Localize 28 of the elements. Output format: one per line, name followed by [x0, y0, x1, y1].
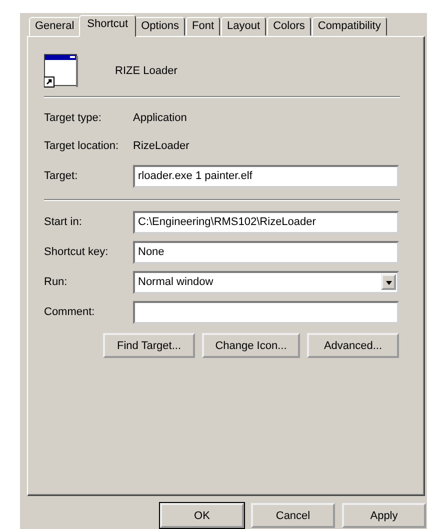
dialog-button[interactable]: Apply: [342, 503, 426, 528]
field-value: RizeLoader: [133, 140, 190, 152]
field-label: Start in:: [44, 216, 83, 228]
tab[interactable]: Font: [186, 17, 220, 36]
tab[interactable]: Colors: [267, 17, 311, 36]
action-button[interactable]: Advanced...: [307, 333, 399, 358]
field-label: Run:: [44, 276, 68, 288]
input-field[interactable]: None: [133, 240, 399, 264]
shortcut-window-icon: [44, 54, 78, 88]
tab[interactable]: Layout: [221, 17, 266, 36]
field-label: Shortcut key:: [44, 246, 110, 258]
field-label: Target:: [44, 170, 79, 182]
action-button[interactable]: Change Icon...: [202, 333, 300, 358]
run-dropdown[interactable]: Normal window: [133, 270, 399, 294]
action-button[interactable]: Find Target...: [103, 333, 195, 358]
input-field[interactable]: rloader.exe 1 painter.elf: [133, 164, 399, 188]
field-label: Target type:: [44, 112, 102, 124]
tab[interactable]: Shortcut: [79, 15, 136, 37]
field-label: Target location:: [44, 140, 120, 152]
dialog-button[interactable]: Cancel: [251, 503, 335, 528]
field-label: Comment:: [44, 306, 96, 318]
shortcut-name: RIZE Loader: [115, 65, 178, 77]
dialog-button[interactable]: OK: [160, 503, 244, 528]
tab[interactable]: Options: [135, 17, 186, 36]
input-field[interactable]: C:\Engineering\RMS102\RizeLoader: [133, 210, 399, 234]
tab[interactable]: Compatibility: [312, 17, 387, 36]
input-field[interactable]: [133, 300, 399, 324]
field-value: Application: [133, 112, 187, 124]
